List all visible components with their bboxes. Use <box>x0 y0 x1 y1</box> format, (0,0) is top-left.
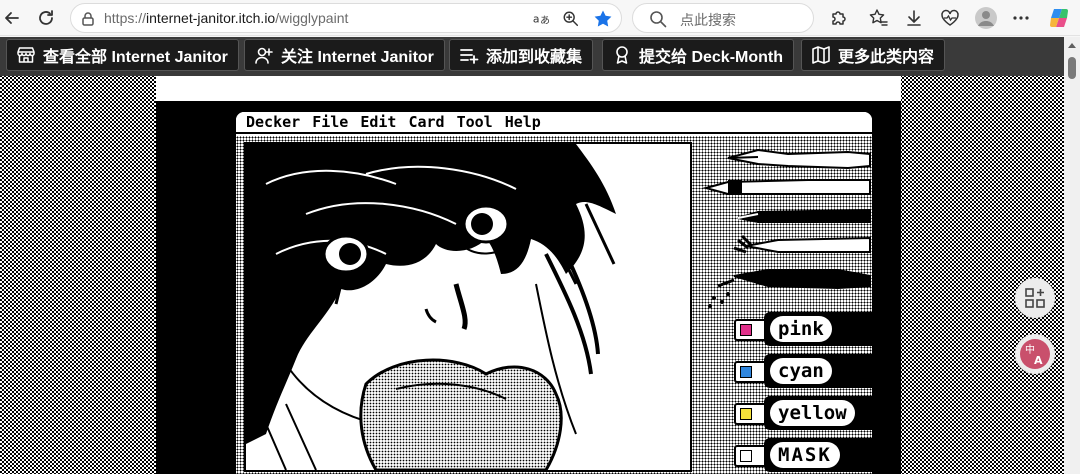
apps-grid-icon <box>1025 288 1045 308</box>
marker-yellow-label: yellow <box>770 400 855 426</box>
view-all-button[interactable]: 查看全部 Internet Janitor <box>6 39 239 71</box>
search-box[interactable]: 点此搜索 <box>632 3 814 33</box>
drawing-canvas-frame <box>244 142 692 472</box>
marker-yellow[interactable]: yellow <box>734 394 872 430</box>
favorites-list-icon[interactable] <box>864 4 892 32</box>
star-filled-icon[interactable] <box>593 9 613 29</box>
menu-file[interactable]: File <box>312 113 348 131</box>
brush-tools[interactable] <box>698 136 872 316</box>
marker-yellow-body: yellow <box>764 396 872 430</box>
game-page-column: Decker File Edit Card Tool Help pink cya… <box>156 76 901 474</box>
more-like-this-button[interactable]: 更多此类内容 <box>801 39 946 71</box>
follow-button[interactable]: 关注 Internet Janitor <box>244 39 445 71</box>
menu-edit[interactable]: Edit <box>360 113 396 131</box>
drawing-canvas[interactable] <box>246 144 690 470</box>
svg-text:A: A <box>1034 354 1043 367</box>
url-scheme: https:// <box>104 10 147 26</box>
translate-page-icon: 中 A <box>1020 339 1050 369</box>
menu-card[interactable]: Card <box>408 113 444 131</box>
add-to-collection-label: 添加到收藏集 <box>486 49 583 66</box>
puzzle-icon[interactable] <box>825 4 853 32</box>
menu-tool[interactable]: Tool <box>457 113 493 131</box>
download-icon[interactable] <box>900 4 928 32</box>
marker-mask[interactable]: MASK <box>734 436 872 472</box>
view-all-label: 查看全部 Internet Janitor <box>43 49 228 66</box>
back-arrow-icon <box>5 12 19 24</box>
store-icon <box>15 44 37 66</box>
game-embed[interactable]: Decker File Edit Card Tool Help pink cya… <box>156 101 901 474</box>
marker-cyan[interactable]: cyan <box>734 352 872 388</box>
follow-label: 关注 Internet Janitor <box>281 49 434 66</box>
marker-pink[interactable]: pink <box>734 310 872 346</box>
translate-icon[interactable]: aあ <box>531 9 551 29</box>
reload-icon <box>39 10 53 25</box>
marker-cyan-body: cyan <box>764 354 872 388</box>
url-path: /wigglypaint <box>275 10 349 26</box>
decker-window[interactable]: Decker File Edit Card Tool Help pink cya… <box>236 112 872 474</box>
back-button[interactable] <box>0 4 26 32</box>
menu-decker[interactable]: Decker <box>246 113 300 131</box>
submit-jam-label: 提交给 Deck-Month <box>639 49 784 66</box>
decker-menubar: Decker File Edit Card Tool Help <box>236 112 872 134</box>
profile-avatar-icon[interactable] <box>972 4 1000 32</box>
translate-page-button[interactable]: 中 A <box>1015 334 1055 374</box>
add-to-collection-icon <box>458 44 480 66</box>
add-to-collection-button[interactable]: 添加到收藏集 <box>449 39 594 71</box>
scroll-up-arrow-icon[interactable] <box>1068 43 1076 48</box>
svg-text:a: a <box>533 13 540 26</box>
marker-pink-swatch <box>740 324 752 336</box>
search-placeholder: 点此搜索 <box>680 12 736 28</box>
heart-pulse-icon[interactable] <box>936 4 964 32</box>
more-dots-icon[interactable] <box>1007 4 1035 32</box>
marker-yellow-swatch <box>740 408 752 420</box>
zoom-in-icon[interactable] <box>561 9 581 29</box>
marker-mask-label: MASK <box>770 442 840 468</box>
page-scrollbar[interactable] <box>1064 37 1080 474</box>
map-icon <box>810 44 832 66</box>
marker-pink-label: pink <box>770 316 832 342</box>
marker-mask-body: MASK <box>764 438 872 472</box>
reload-button[interactable] <box>32 4 60 32</box>
browser-toolbar: https://internet-janitor.itch.io/wigglyp… <box>0 0 1080 36</box>
search-icon <box>650 11 667 28</box>
scroll-thumb[interactable] <box>1068 57 1076 79</box>
svg-text:あ: あ <box>540 15 550 27</box>
brush-palette: pink cyan yellow MASK <box>698 136 872 474</box>
award-ribbon-icon <box>611 44 633 66</box>
url-text[interactable]: https://internet-janitor.itch.io/wigglyp… <box>104 10 348 26</box>
follow-user-icon <box>253 44 275 66</box>
menu-help[interactable]: Help <box>505 113 541 131</box>
sketch-drawing <box>246 144 616 470</box>
marker-cyan-label: cyan <box>770 358 832 384</box>
decker-card: pink cyan yellow MASK <box>236 136 872 474</box>
submit-jam-button[interactable]: 提交给 Deck-Month <box>602 39 795 71</box>
page-content: 查看全部 Internet Janitor 关注 Internet Janito… <box>0 37 1064 474</box>
url-host: internet-janitor.itch.io <box>146 10 276 26</box>
marker-mask-swatch <box>740 450 752 462</box>
copilot-icon[interactable] <box>1045 4 1073 32</box>
marker-pink-body: pink <box>764 312 872 346</box>
address-bar[interactable]: https://internet-janitor.itch.io/wigglyp… <box>70 3 622 33</box>
itch-user-toolbar: 查看全部 Internet Janitor 关注 Internet Janito… <box>0 37 1064 76</box>
sidebar-apps-button[interactable] <box>1015 278 1055 318</box>
site-info-icon[interactable] <box>79 10 97 28</box>
marker-cyan-swatch <box>740 366 752 378</box>
more-like-this-label: 更多此类内容 <box>838 49 935 66</box>
